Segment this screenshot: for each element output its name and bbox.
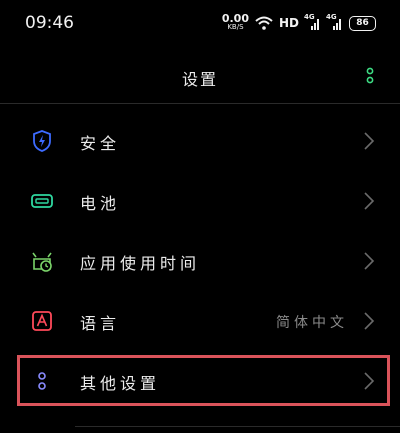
signal-2-tag: 4G	[326, 13, 337, 21]
hd-label: HD	[278, 16, 299, 30]
battery-status-icon: 86	[349, 15, 376, 31]
page-title: 设置	[181, 70, 218, 89]
language-a-icon	[32, 311, 52, 331]
settings-item-other-settings[interactable]: 其他设置	[0, 351, 400, 411]
list-divider	[75, 426, 400, 427]
signal-1-tag: 4G	[304, 13, 315, 21]
status-time: 09:46	[25, 13, 74, 33]
chevron-right-icon	[364, 132, 375, 150]
settings-item-battery[interactable]: 电池	[0, 171, 400, 231]
chevron-right-icon	[364, 252, 375, 270]
settings-item-app-usage[interactable]: 应用使用时间	[0, 231, 400, 291]
battery-level: 86	[356, 18, 369, 28]
signal-icon-2: 4G	[326, 13, 343, 30]
more-dots-icon	[38, 372, 46, 390]
network-speed-value: 0.00	[221, 12, 249, 25]
chevron-right-icon	[364, 372, 375, 390]
settings-item-language[interactable]: 语言 简体中文	[0, 291, 400, 351]
settings-item-label: 电池	[80, 194, 121, 213]
settings-item-label: 应用使用时间	[80, 254, 201, 273]
more-options-icon[interactable]	[366, 66, 374, 86]
network-speed-unit: KB/S	[227, 23, 244, 31]
chevron-right-icon	[364, 192, 375, 210]
app-usage-clock-icon	[32, 252, 52, 272]
shield-lightning-icon	[33, 130, 51, 152]
signal-icon-1: 4G	[304, 13, 321, 30]
settings-item-label: 语言	[80, 314, 121, 333]
app-header: 设置	[0, 50, 400, 100]
header-divider	[0, 103, 400, 104]
battery-icon	[31, 194, 53, 208]
settings-item-security[interactable]: 安全	[0, 111, 400, 171]
network-speed: 0.00 KB/S	[221, 12, 249, 32]
status-bar: 09:46 0.00 KB/S HD 4G 4G 86	[0, 0, 400, 48]
settings-item-label: 安全	[80, 134, 121, 153]
settings-item-label: 其他设置	[80, 374, 161, 393]
chevron-right-icon	[364, 312, 375, 330]
status-icons: 0.00 KB/S HD 4G 4G 86	[222, 12, 376, 34]
wifi-icon	[255, 16, 273, 30]
current-language-value: 简体中文	[276, 315, 348, 331]
